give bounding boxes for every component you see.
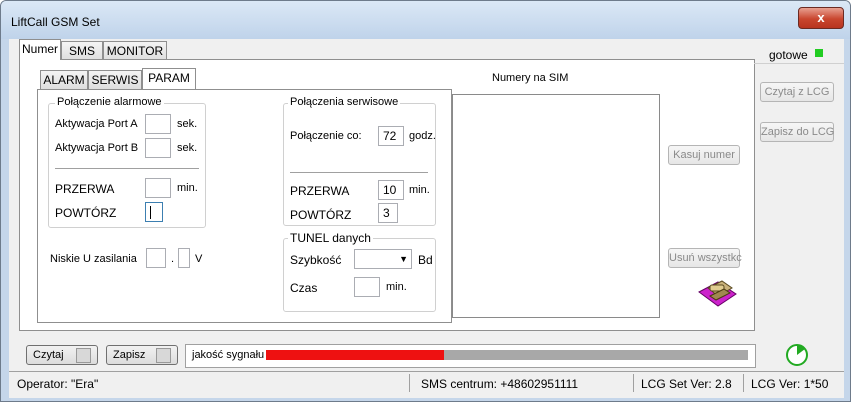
client-area: Numer SMS MONITOR ALARM SERWIS PARAM Poł…	[9, 39, 844, 398]
czytaj-z-lcg-button[interactable]: Czytaj z LCG	[760, 82, 834, 102]
signal-panel: jakość sygnału	[185, 344, 756, 368]
port-a-label: Aktywacja Port A	[55, 118, 138, 130]
lcg-set-version: LCG Set Ver: 2.8	[641, 377, 732, 391]
tunnel-time-label: Czas	[290, 281, 318, 295]
zapisz-do-lcg-button[interactable]: Zapisz do LCG	[760, 122, 834, 142]
port-b-label: Aktywacja Port B	[55, 142, 139, 154]
lcg-version: LCG Ver: 1*50	[751, 377, 829, 391]
tunnel-speed-select[interactable]: ▼	[354, 249, 412, 269]
service-przerwa-unit: min.	[409, 184, 430, 196]
low-voltage-unit: V	[195, 253, 203, 265]
subtab-serwis-label: SERWIS	[91, 73, 139, 87]
low-voltage-dot: .	[171, 253, 175, 265]
numer-panel: ALARM SERWIS PARAM Połączenie alarmowe A…	[19, 59, 755, 331]
alarm-przerwa-input[interactable]	[145, 178, 171, 198]
right-separator	[754, 63, 844, 64]
read-icon	[76, 348, 91, 363]
zapisz-label: Zapisz	[113, 349, 146, 361]
alarm-group-title: Połączenie alarmowe	[55, 96, 164, 108]
status-separator	[409, 374, 410, 392]
app-window: LiftCall GSM Set x Numer SMS MONITOR ALA…	[0, 0, 851, 402]
status-bar: Operator: "Era" SMS centrum: +4860295111…	[9, 371, 844, 394]
text-cursor	[150, 206, 151, 220]
alarm-powtorz-input[interactable]	[145, 202, 163, 222]
alarm-separator	[55, 168, 199, 169]
zapisz-button[interactable]: Zapisz	[106, 345, 178, 365]
czytaj-label: Czytaj	[33, 349, 64, 361]
alarm-przerwa-label: PRZERWA	[55, 182, 115, 196]
status-separator	[743, 374, 744, 392]
kasuj-numer-button[interactable]: Kasuj numer	[668, 145, 740, 165]
alarm-group: Połączenie alarmowe Aktywacja Port A sek…	[48, 96, 206, 228]
service-separator	[290, 172, 428, 173]
param-panel: Połączenie alarmowe Aktywacja Port A sek…	[37, 89, 452, 323]
sim-number-list[interactable]	[452, 94, 660, 318]
operator-status: Operator: "Era"	[17, 377, 99, 391]
tunnel-group-title: TUNEL danych	[288, 231, 373, 245]
service-powtorz-input[interactable]: 3	[378, 203, 398, 223]
chevron-down-icon: ▼	[399, 254, 408, 264]
alarm-powtorz-label: POWTÓRZ	[55, 206, 117, 220]
port-a-input[interactable]	[145, 114, 171, 134]
port-a-unit: sek.	[177, 118, 198, 130]
tunnel-speed-label: Szybkość	[290, 253, 342, 267]
low-voltage-label: Niskie U zasilania	[50, 253, 137, 265]
usun-wszystko-button[interactable]: Usuń wszystkc	[668, 248, 742, 268]
status-separator	[633, 374, 634, 392]
write-icon	[156, 348, 171, 363]
activity-spinner-icon	[786, 344, 808, 366]
ready-indicator	[815, 49, 823, 57]
tunnel-time-input[interactable]	[354, 277, 380, 297]
service-group: Połączenia serwisowe Połączenie co: 72 g…	[283, 96, 436, 226]
sim-list-title: Numery na SIM	[492, 72, 569, 84]
tab-numer-label: Numer	[21, 42, 58, 56]
service-przerwa-label: PRZERWA	[290, 184, 350, 198]
alarm-przerwa-unit: min.	[177, 182, 198, 194]
tunnel-group: TUNEL danych Szybkość ▼ Bd Czas min.	[283, 231, 436, 312]
service-powtorz-label: POWTÓRZ	[290, 208, 352, 222]
subtab-param[interactable]: PARAM	[142, 68, 196, 89]
tab-sms-label: SMS	[68, 44, 95, 58]
subtab-alarm[interactable]: ALARM	[40, 70, 88, 89]
subtab-alarm-label: ALARM	[43, 73, 85, 87]
title-bar: LiftCall GSM Set x	[1, 1, 850, 39]
subtab-serwis[interactable]: SERWIS	[88, 70, 142, 89]
service-group-title: Połączenia serwisowe	[288, 96, 401, 108]
signal-label: jakość sygnału	[192, 349, 265, 361]
sms-center-status: SMS centrum: +48602951111	[421, 377, 579, 391]
service-przerwa-input[interactable]: 10	[378, 180, 404, 200]
subtab-param-label: PARAM	[148, 71, 190, 85]
tab-sms[interactable]: SMS	[61, 41, 103, 60]
service-interval-label: Połączenie co:	[290, 130, 362, 142]
tunnel-speed-unit: Bd	[418, 253, 433, 267]
tab-numer[interactable]: Numer	[19, 39, 61, 60]
close-button[interactable]: x	[798, 7, 844, 29]
close-icon: x	[817, 10, 825, 25]
service-interval-unit: godz.	[409, 130, 436, 142]
low-voltage-int-input[interactable]	[146, 248, 166, 268]
window-title: LiftCall GSM Set	[11, 15, 100, 29]
tab-monitor-label: MONITOR	[106, 44, 164, 58]
port-b-unit: sek.	[177, 142, 198, 154]
tab-monitor[interactable]: MONITOR	[103, 41, 167, 60]
signal-quality-fill	[266, 350, 445, 360]
telephone-icon	[698, 280, 737, 307]
low-voltage-frac-input[interactable]	[178, 248, 190, 268]
signal-quality-bar	[266, 350, 748, 360]
tunnel-time-unit: min.	[386, 281, 407, 293]
port-b-input[interactable]	[145, 138, 171, 158]
czytaj-button[interactable]: Czytaj	[26, 345, 98, 365]
service-interval-input[interactable]: 72	[378, 126, 404, 146]
ready-status-label: gotowe	[769, 48, 808, 62]
